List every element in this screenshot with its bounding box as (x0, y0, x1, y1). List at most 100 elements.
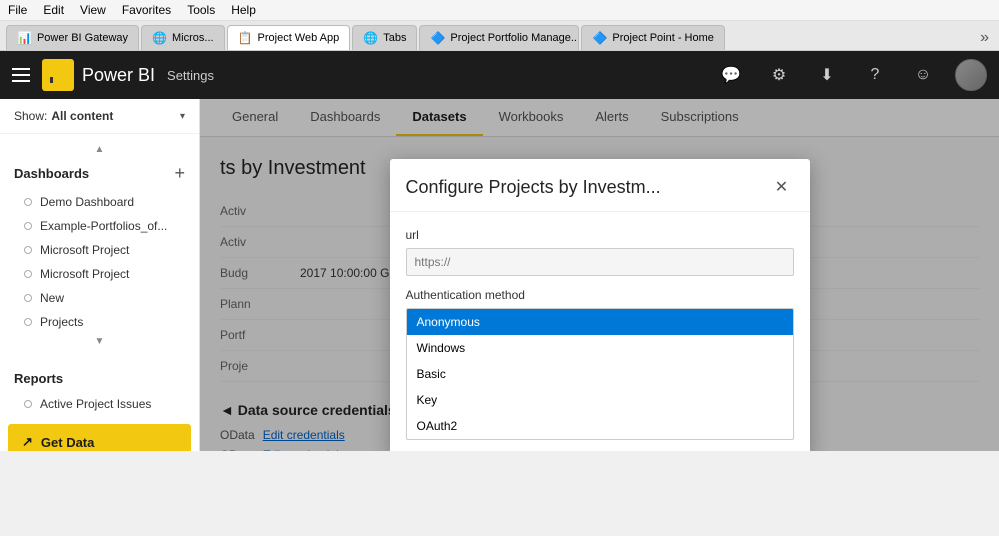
sidebar-item-label: Demo Dashboard (40, 195, 134, 209)
auth-method-label: Authentication method (406, 288, 794, 302)
menu-help[interactable]: Help (231, 3, 256, 17)
sidebar-item-label: Active Project Issues (40, 397, 151, 411)
sidebar-item-label: Microsoft Project (40, 267, 129, 281)
feedback-icon[interactable]: ☺ (907, 59, 939, 91)
tab-icon-0: 📊 (17, 31, 32, 45)
tab-label-5: Project Point - Home (612, 32, 713, 44)
menu-file[interactable]: File (8, 3, 27, 17)
sidebar-item-label: Example-Portfolios_of... (40, 219, 167, 233)
item-dot-icon (24, 198, 32, 206)
sidebar-item-label: Microsoft Project (40, 243, 129, 257)
item-dot-icon (24, 246, 32, 254)
download-icon[interactable]: ⬇ (811, 59, 843, 91)
sidebar-item-ms-project-2[interactable]: Microsoft Project (0, 262, 199, 286)
dashboards-section: ▲ Dashboards + Demo Dashboard Example-Po… (0, 134, 199, 357)
reports-header[interactable]: Reports (0, 365, 199, 392)
auth-option-basic[interactable]: Basic (407, 361, 793, 387)
get-data-arrow-icon: ↗ (22, 434, 33, 450)
chat-icon[interactable]: 💬 (715, 59, 747, 91)
sidebar-scroll-up[interactable]: ▲ (0, 142, 199, 157)
modal-overlay: Configure Projects by Investm... ✕ url A… (200, 99, 999, 451)
sidebar-item-projects[interactable]: Projects (0, 310, 199, 334)
more-tabs-button[interactable]: » (976, 29, 993, 47)
auth-option-windows[interactable]: Windows (407, 335, 793, 361)
user-avatar[interactable] (955, 59, 987, 91)
app-container: Power BI Settings 💬 ⚙ ⬇ ? ☺ Show: All co… (0, 51, 999, 451)
menu-tools[interactable]: Tools (187, 3, 215, 17)
tab-icon-4: 🔷 (430, 31, 445, 45)
powerbi-svg (48, 65, 68, 85)
browser-tab-2[interactable]: 📋 Project Web App (227, 25, 351, 50)
app-title: Power BI (82, 65, 155, 86)
browser-tabs: 📊 Power BI Gateway 🌐 Micros... 📋 Project… (0, 21, 999, 50)
hamburger-line-1 (12, 68, 30, 70)
sidebar-item-active-issues[interactable]: Active Project Issues (0, 392, 199, 416)
tab-icon-2: 📋 (238, 31, 253, 45)
browser-chrome: File Edit View Favorites Tools Help 📊 Po… (0, 0, 999, 51)
hamburger-menu[interactable] (12, 68, 30, 82)
browser-tab-5[interactable]: 🔷 Project Point - Home (581, 25, 724, 50)
header-icons: 💬 ⚙ ⬇ ? ☺ (715, 59, 987, 91)
modal-title: Configure Projects by Investm... (406, 177, 661, 198)
tab-label-1: Micros... (172, 32, 214, 44)
help-icon[interactable]: ? (859, 59, 891, 91)
browser-tab-4[interactable]: 🔷 Project Portfolio Manage... (419, 25, 579, 50)
configure-modal: Configure Projects by Investm... ✕ url A… (390, 159, 810, 451)
hamburger-line-3 (12, 80, 30, 82)
item-dot-icon (24, 222, 32, 230)
tab-icon-1: 🌐 (152, 31, 167, 45)
get-data-button[interactable]: ↗ Get Data (8, 424, 191, 451)
sidebar: Show: All content ▾ ▲ Dashboards + Demo … (0, 99, 200, 451)
app-header: Power BI Settings 💬 ⚙ ⬇ ? ☺ (0, 51, 999, 99)
auth-option-anonymous[interactable]: Anonymous (407, 309, 793, 335)
show-value: All content (51, 109, 113, 123)
sidebar-item-demo-dashboard[interactable]: Demo Dashboard (0, 190, 199, 214)
get-data-label: Get Data (41, 435, 94, 450)
menu-view[interactable]: View (80, 3, 106, 17)
auth-method-dropdown: Anonymous Windows Basic Key OAuth2 (406, 308, 794, 440)
browser-tab-0[interactable]: 📊 Power BI Gateway (6, 25, 139, 50)
browser-tab-3[interactable]: 🌐 Tabs (352, 25, 417, 50)
tab-icon-5: 🔷 (592, 31, 607, 45)
dashboards-header[interactable]: Dashboards + (0, 157, 199, 190)
sidebar-item-ms-project-1[interactable]: Microsoft Project (0, 238, 199, 262)
auth-option-key[interactable]: Key (407, 387, 793, 413)
reports-section: Reports Active Project Issues (0, 357, 199, 424)
item-dot-icon (24, 270, 32, 278)
sidebar-item-label: New (40, 291, 64, 305)
sidebar-item-label: Projects (40, 315, 83, 329)
sidebar-item-new[interactable]: New (0, 286, 199, 310)
tab-label-4: Project Portfolio Manage... (450, 32, 579, 44)
sidebar-show-filter[interactable]: Show: All content ▾ (0, 99, 199, 134)
item-dot-icon (24, 400, 32, 408)
menu-bar: File Edit View Favorites Tools Help (0, 0, 999, 21)
dashboards-add-icon[interactable]: + (174, 163, 185, 184)
show-label: Show: (14, 109, 47, 123)
content-area: General Dashboards Datasets Workbooks Al… (200, 99, 999, 451)
menu-favorites[interactable]: Favorites (122, 3, 171, 17)
tab-label-2: Project Web App (258, 32, 340, 44)
show-arrow-icon: ▾ (180, 111, 185, 122)
main-layout: Show: All content ▾ ▲ Dashboards + Demo … (0, 99, 999, 451)
tab-label-3: Tabs (383, 32, 406, 44)
settings-link[interactable]: Settings (167, 68, 214, 83)
modal-body: url Authentication method Anonymous Wind… (390, 212, 810, 451)
menu-edit[interactable]: Edit (43, 3, 64, 17)
item-dot-icon (24, 318, 32, 326)
url-label: url (406, 228, 794, 242)
settings-icon[interactable]: ⚙ (763, 59, 795, 91)
dashboards-title: Dashboards (14, 166, 89, 181)
tab-label-0: Power BI Gateway (37, 32, 128, 44)
url-input[interactable] (406, 248, 794, 276)
modal-close-button[interactable]: ✕ (770, 175, 794, 199)
auth-option-oauth2[interactable]: OAuth2 (407, 413, 793, 439)
powerbi-logo-icon (42, 59, 74, 91)
browser-tab-1[interactable]: 🌐 Micros... (141, 25, 225, 50)
item-dot-icon (24, 294, 32, 302)
modal-header: Configure Projects by Investm... ✕ (390, 159, 810, 212)
reports-title: Reports (14, 371, 63, 386)
app-logo: Power BI (42, 59, 155, 91)
sidebar-scroll-down[interactable]: ▼ (0, 334, 199, 349)
hamburger-line-2 (12, 74, 30, 76)
sidebar-item-example-portfolios[interactable]: Example-Portfolios_of... (0, 214, 199, 238)
